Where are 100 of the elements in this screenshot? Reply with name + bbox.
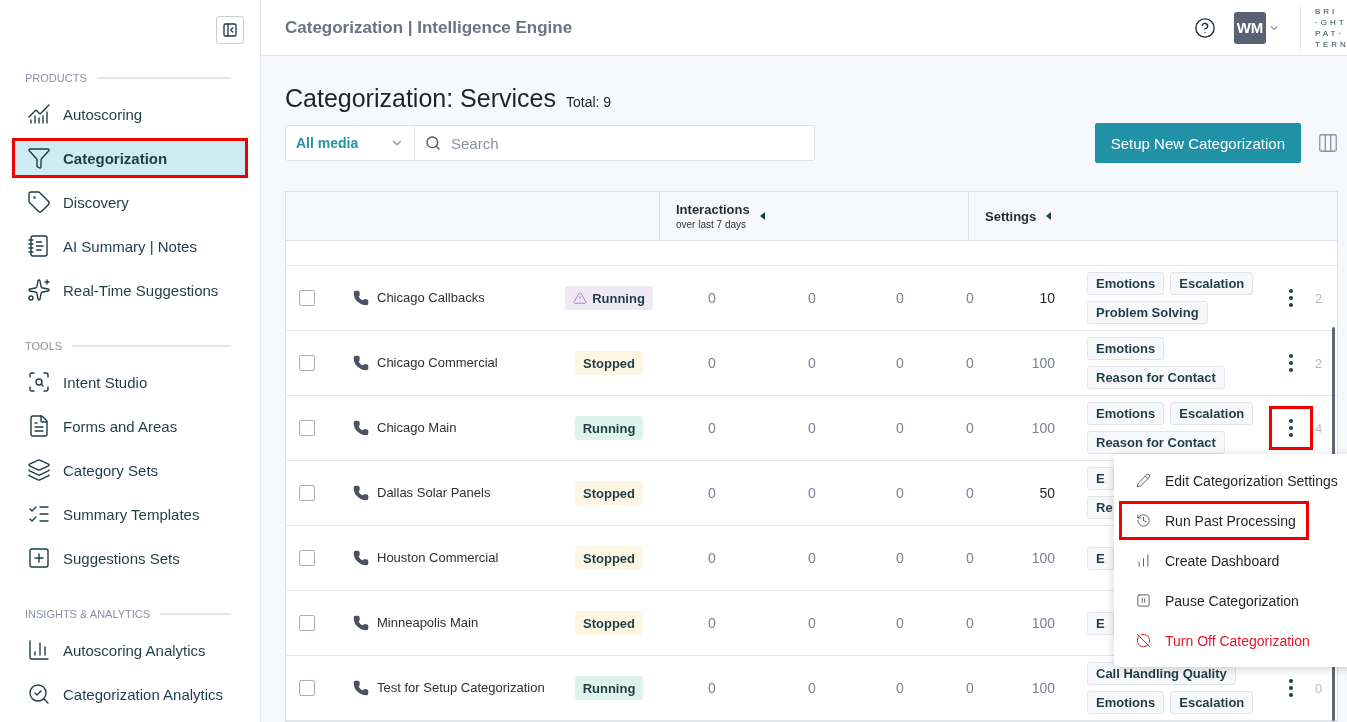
threshold-value: 100 xyxy=(1030,355,1055,371)
interaction-count: 0 xyxy=(895,485,905,501)
media-dropdown[interactable]: All media xyxy=(285,125,415,161)
interaction-count: 0 xyxy=(895,615,905,631)
more-icon xyxy=(1289,679,1293,697)
sidebar-item[interactable]: Category Sets xyxy=(12,450,248,490)
caret-icon xyxy=(1046,212,1053,220)
search-check-icon xyxy=(27,682,51,706)
help-icon[interactable] xyxy=(1194,16,1216,39)
sparkle-icon xyxy=(27,278,51,302)
menu-item[interactable]: Edit Categorization Settings xyxy=(1119,461,1347,500)
interaction-count: 0 xyxy=(965,680,975,696)
status-badge: Running xyxy=(574,416,644,440)
setting-tag: E xyxy=(1087,467,1114,490)
status-badge: Running xyxy=(565,286,653,310)
row-checkbox[interactable] xyxy=(299,355,315,371)
threshold-value: 50 xyxy=(1038,485,1055,501)
plus-square-icon xyxy=(27,546,51,570)
interaction-count: 0 xyxy=(965,355,975,371)
sidebar-item[interactable]: Intent Studio xyxy=(12,362,248,402)
total-count: Total: 9 xyxy=(565,94,612,110)
setting-tag: Problem Solving xyxy=(1087,301,1208,324)
interaction-count: 0 xyxy=(895,290,905,306)
sidebar-item[interactable]: Autoscoring Analytics xyxy=(12,630,248,670)
status-badge: Stopped xyxy=(575,351,643,375)
bar-chart-icon xyxy=(1136,553,1151,568)
row-checkbox[interactable] xyxy=(299,290,315,306)
menu-item[interactable]: Run Past Processing xyxy=(1119,501,1309,540)
extra-value: 2 xyxy=(1315,290,1323,306)
pencil-icon xyxy=(1136,473,1151,488)
row-checkbox[interactable] xyxy=(299,420,315,436)
sidebar-item[interactable]: Real-Time Suggestions xyxy=(12,270,248,310)
row-checkbox[interactable] xyxy=(299,615,315,631)
warning-icon xyxy=(573,291,588,305)
phone-icon xyxy=(353,680,369,696)
interaction-count: 0 xyxy=(965,420,975,436)
phone-icon xyxy=(353,355,369,371)
interaction-count: 0 xyxy=(707,355,717,371)
service-name: Minneapolis Main xyxy=(377,614,480,632)
interaction-count: 0 xyxy=(707,550,717,566)
setting-tag: Reason for Contact xyxy=(1087,431,1225,454)
phone-icon xyxy=(353,420,369,436)
layers-icon xyxy=(27,458,51,482)
sidebar-item[interactable]: Discovery xyxy=(12,182,248,222)
threshold-value: 100 xyxy=(1030,615,1055,631)
sidebar-item[interactable]: Summary Templates xyxy=(12,494,248,534)
menu-item[interactable]: Turn Off Categorization xyxy=(1119,621,1323,660)
search-field[interactable]: Search xyxy=(415,125,815,161)
interaction-count: 0 xyxy=(895,420,905,436)
sidebar-item[interactable]: Suggestions Sets xyxy=(12,538,248,578)
menu-item[interactable]: Create Dashboard xyxy=(1119,541,1293,580)
sidebar-item[interactable]: Forms and Areas xyxy=(12,406,248,446)
notes-icon xyxy=(27,234,51,258)
setting-tag: Emotions xyxy=(1087,402,1165,425)
avatar[interactable]: WM xyxy=(1234,11,1266,44)
interaction-count: 0 xyxy=(807,485,817,501)
sidebar-item[interactable]: Categorization Analytics xyxy=(12,674,248,714)
service-name: Chicago Commercial xyxy=(377,354,499,372)
service-name: Dallas Solar Panels xyxy=(377,484,492,502)
sidebar-item[interactable]: Categorization xyxy=(12,138,248,178)
interaction-count: 0 xyxy=(707,485,717,501)
interaction-count: 0 xyxy=(965,485,975,501)
interaction-count: 0 xyxy=(895,680,905,696)
interaction-count: 0 xyxy=(965,615,975,631)
setting-tag: E xyxy=(1087,611,1114,635)
funnel-icon xyxy=(27,146,51,170)
tag-icon xyxy=(27,190,51,214)
chart-icon xyxy=(27,102,51,126)
setting-tag: Emotions xyxy=(1087,272,1165,295)
phone-icon xyxy=(353,615,369,631)
threshold-value: 100 xyxy=(1030,550,1055,566)
sidebar-item[interactable]: AI Summary | Notes xyxy=(12,226,248,266)
page-title: Categorization: Services xyxy=(285,84,556,113)
more-button[interactable] xyxy=(1269,406,1313,450)
collapse-icon xyxy=(222,22,238,38)
setting-tag: Emotions xyxy=(1087,691,1165,714)
caret-icon xyxy=(759,212,766,220)
interaction-count: 0 xyxy=(895,550,905,566)
sidebar-item[interactable]: Autoscoring xyxy=(12,94,248,134)
search-input[interactable]: Search xyxy=(449,133,804,153)
interaction-count: 0 xyxy=(965,290,975,306)
pause-icon xyxy=(1136,593,1151,608)
service-name: Chicago Callbacks xyxy=(377,289,486,307)
collapse-sidebar-button[interactable] xyxy=(216,16,244,44)
status-badge: Stopped xyxy=(575,611,643,635)
columns-icon[interactable] xyxy=(1317,132,1339,154)
menu-item[interactable]: Pause Categorization xyxy=(1119,581,1312,620)
setup-button[interactable]: Setup New Categorization xyxy=(1094,123,1301,163)
history-icon xyxy=(1136,513,1151,528)
interaction-count: 0 xyxy=(807,680,817,696)
interaction-count: 0 xyxy=(707,680,717,696)
app-title: Categorization | Intelligence Engine xyxy=(285,17,574,38)
row-checkbox[interactable] xyxy=(299,485,315,501)
interaction-count: 0 xyxy=(807,615,817,631)
row-checkbox[interactable] xyxy=(299,550,315,566)
service-name: Test for Setup Categorization xyxy=(377,679,546,697)
interaction-count: 0 xyxy=(807,420,817,436)
row-checkbox[interactable] xyxy=(299,680,315,696)
interaction-count: 0 xyxy=(807,290,817,306)
section-title: INSIGHTS & ANALYTICS xyxy=(25,608,151,620)
